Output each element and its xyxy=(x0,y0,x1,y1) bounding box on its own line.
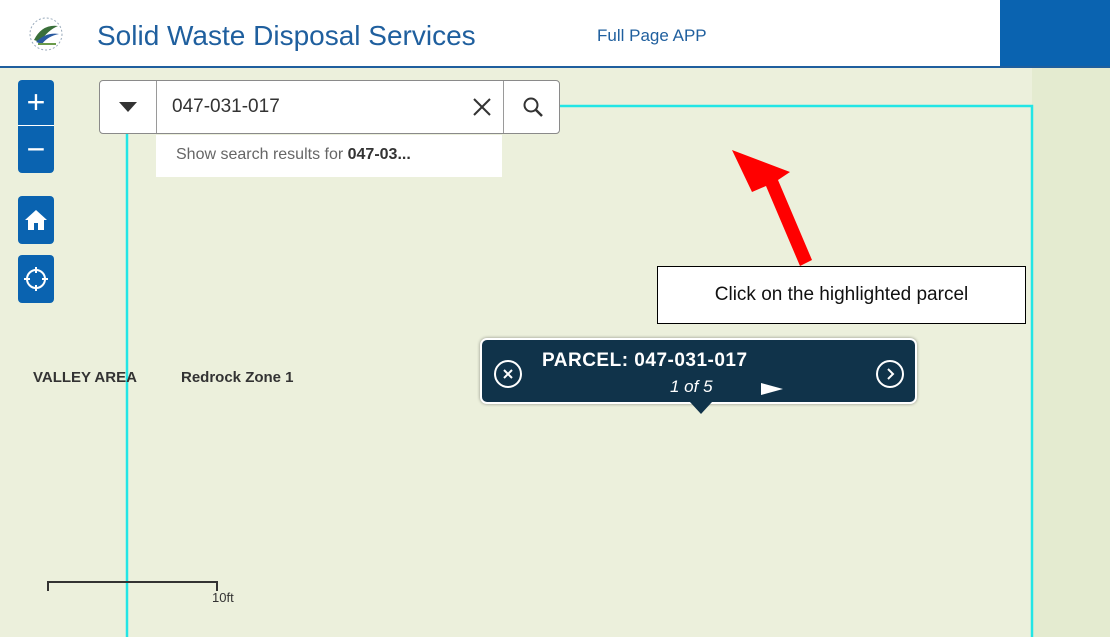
app-title: Solid Waste Disposal Services xyxy=(97,20,476,51)
search-source-dropdown[interactable] xyxy=(100,81,157,133)
map-label-redrock-zone: Redrock Zone 1 xyxy=(181,369,294,386)
plus-icon: + xyxy=(26,84,46,120)
suggestion-prefix: Show search results for xyxy=(176,146,348,163)
search-input[interactable] xyxy=(172,91,452,123)
map-label-valley-area: VALLEY AREA xyxy=(33,369,137,386)
close-icon xyxy=(473,98,491,116)
zoom-in-button[interactable]: + xyxy=(18,80,54,126)
county-seal-logo xyxy=(26,14,66,54)
popup-feature-count: 1 of 5 xyxy=(670,377,713,396)
popup-next-button[interactable] xyxy=(876,360,904,388)
parcel-popup: PARCEL: 047-031-017 1 of 5 xyxy=(480,338,917,414)
minus-icon: − xyxy=(26,131,46,167)
search-suggestion[interactable]: Show search results for 047-03... xyxy=(156,135,502,177)
app-header: Solid Waste Disposal Services Full Page … xyxy=(0,0,1110,68)
map-view[interactable]: + − 047-031-017 Show search results for … xyxy=(0,68,1110,637)
popup-close-button[interactable] xyxy=(494,360,522,388)
caret-down-icon xyxy=(119,102,137,112)
full-page-app-link[interactable]: Full Page APP xyxy=(597,26,707,46)
search-widget xyxy=(99,80,560,134)
locate-icon xyxy=(24,267,48,291)
suggestion-term: 047-03... xyxy=(347,146,411,163)
popup-pointer xyxy=(690,402,712,414)
scale-bar xyxy=(47,581,218,591)
next-feature-arrow-icon[interactable] xyxy=(761,383,783,395)
clear-search-button[interactable] xyxy=(468,93,496,121)
close-circle-icon xyxy=(503,369,513,379)
popup-title: PARCEL: 047-031-017 xyxy=(542,350,748,371)
header-panel[interactable] xyxy=(1000,0,1110,66)
locate-button[interactable] xyxy=(18,255,54,303)
scale-label: 10ft xyxy=(212,590,234,605)
zoom-out-button[interactable]: − xyxy=(18,126,54,173)
search-button[interactable] xyxy=(503,81,561,133)
home-icon xyxy=(25,210,47,230)
chevron-right-circle-icon xyxy=(887,368,895,380)
instruction-callout: Click on the highlighted parcel xyxy=(657,266,1026,324)
home-button[interactable] xyxy=(18,196,54,244)
search-icon xyxy=(523,97,543,117)
